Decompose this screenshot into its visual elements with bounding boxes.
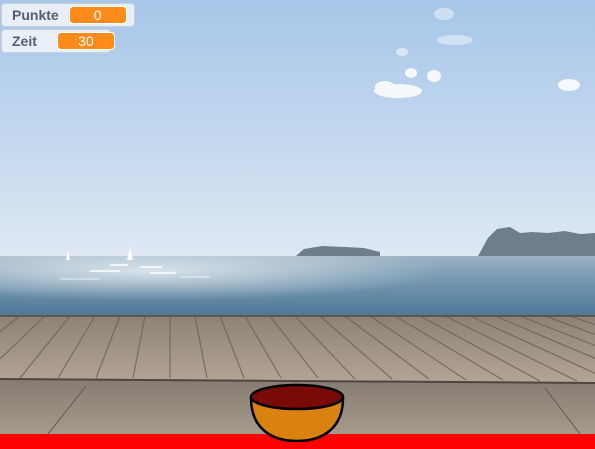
score-label: Punkte [12,7,59,23]
score-monitor: Punkte 0 [1,3,135,27]
time-value: 30 [56,32,115,50]
time-label: Zeit [12,33,37,49]
score-value: 0 [68,6,127,24]
bowl-sprite [249,383,345,443]
backdrop [0,0,595,449]
time-monitor: Zeit 30 [1,29,115,53]
game-stage[interactable]: Punkte 0 Zeit 30 [0,0,595,449]
